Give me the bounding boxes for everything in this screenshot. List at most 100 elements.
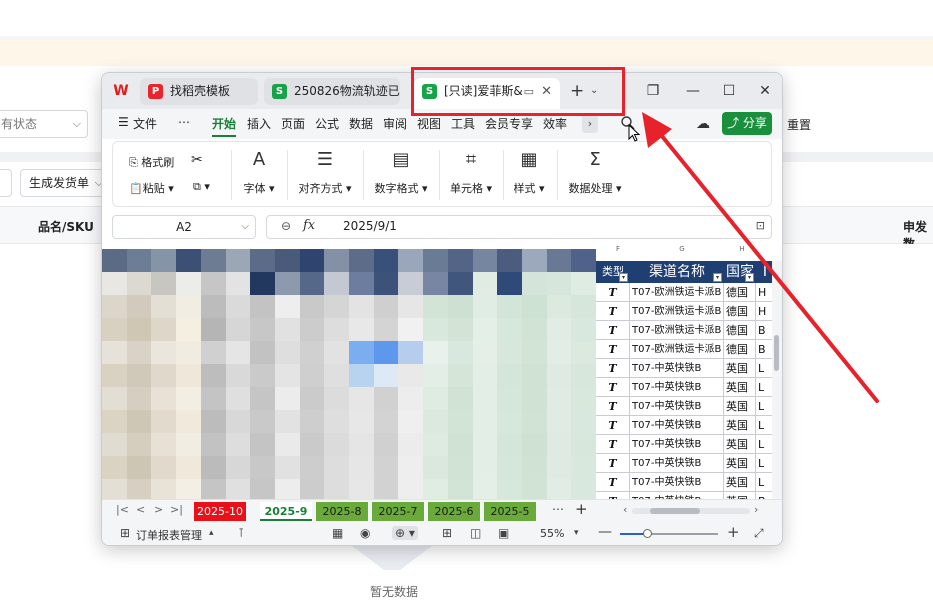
- grid-cell[interactable]: T07-欧洲铁运卡派B: [630, 321, 724, 340]
- grid-cell[interactable]: 英国: [724, 397, 756, 416]
- grid-cell[interactable]: 英国: [724, 378, 756, 397]
- menu-insert[interactable]: 插入: [247, 115, 271, 132]
- zoom-level[interactable]: 55%: [540, 527, 564, 540]
- paste-button[interactable]: 📋粘贴 ▾: [129, 180, 174, 196]
- number-format-button[interactable]: ▤ 数字格式 ▾: [371, 148, 431, 196]
- sheet-tab[interactable]: 2025-10: [194, 502, 246, 521]
- scroll-right-icon[interactable]: ›: [754, 503, 758, 516]
- chevron-down-icon[interactable]: ▾: [574, 528, 579, 538]
- macro-icon[interactable]: ⊞: [120, 526, 130, 540]
- grid-cell[interactable]: 德国: [724, 321, 756, 340]
- table-row[interactable]: T T07-中英快铁B 英国 L: [596, 473, 774, 492]
- data-process-button[interactable]: Σ 数据处理 ▾: [565, 148, 625, 196]
- menu-formula[interactable]: 公式: [315, 115, 339, 132]
- grid-cell[interactable]: T: [596, 321, 630, 340]
- table-row[interactable]: T T07-中英快铁B 英国 L: [596, 435, 774, 454]
- grid-cell[interactable]: 德国: [724, 302, 756, 321]
- tab-docer-templates[interactable]: P 找稻壳模板: [140, 78, 258, 105]
- chevron-up-icon[interactable]: ▴: [209, 528, 214, 538]
- restore-icon[interactable]: ❐: [639, 79, 667, 103]
- chevron-right-icon[interactable]: ›: [582, 115, 598, 133]
- normal-view-icon[interactable]: ▦: [332, 526, 343, 540]
- filter-icon[interactable]: ▾: [745, 273, 754, 282]
- scroll-thumb[interactable]: [650, 508, 700, 514]
- table-row[interactable]: T T07-中英快铁B 英国 L: [596, 454, 774, 473]
- grid-cell[interactable]: 英国: [724, 435, 756, 454]
- grid-cell[interactable]: T: [596, 454, 630, 473]
- grid-cell[interactable]: T: [596, 397, 630, 416]
- grid-cell[interactable]: T07-中英快铁B: [630, 473, 724, 492]
- sheet-tab[interactable]: 2025-7: [372, 502, 424, 521]
- share-button[interactable]: ⤴ 分享: [722, 112, 772, 135]
- grid-cell[interactable]: T: [596, 359, 630, 378]
- menu-data[interactable]: 数据: [349, 115, 373, 132]
- grid-cell[interactable]: 英国: [724, 416, 756, 435]
- zoom-in-icon[interactable]: +: [727, 523, 740, 541]
- add-sheet-icon[interactable]: +: [575, 500, 588, 518]
- tab-logistics-sheet[interactable]: S 250826物流轨迹已签收: [264, 78, 400, 105]
- grid-cell[interactable]: T07-欧洲铁运卡派B: [630, 340, 724, 359]
- menu-tools[interactable]: 工具: [451, 115, 475, 132]
- close-window-icon[interactable]: ✕: [751, 79, 779, 103]
- sheet-tab[interactable]: 2025-6: [428, 502, 480, 521]
- scroll-left-icon[interactable]: ‹: [623, 503, 627, 516]
- status-select[interactable]: 有状态 ⌵: [0, 110, 88, 138]
- style-button[interactable]: ▦ 样式 ▾: [509, 148, 549, 196]
- table-row[interactable]: T T07-欧洲铁运卡派B 德国 H: [596, 283, 774, 302]
- grid-cell[interactable]: T07-中英快铁B: [630, 454, 724, 473]
- table-row[interactable]: T T07-中英快铁B 英国 L: [596, 416, 774, 435]
- first-sheet-icon[interactable]: |<: [116, 503, 129, 516]
- grid-cell[interactable]: T: [596, 435, 630, 454]
- table-row[interactable]: T T07-欧洲铁运卡派B 德国 H: [596, 302, 774, 321]
- crosshair-icon[interactable]: ⊕ ▾: [392, 526, 418, 540]
- fullscreen-icon[interactable]: ⤢: [754, 526, 764, 541]
- grid-cell[interactable]: 英国: [724, 454, 756, 473]
- grid-cell[interactable]: T07-中英快铁B: [630, 435, 724, 454]
- menu-page[interactable]: 页面: [281, 115, 305, 132]
- menu-review[interactable]: 审阅: [383, 115, 407, 132]
- generate-waybill-select[interactable]: 生成发货单 ⌵: [20, 169, 110, 197]
- grid-view-icon[interactable]: ⊞: [442, 526, 452, 540]
- expand-formula-icon[interactable]: ⊡: [756, 219, 765, 232]
- wps-logo-icon[interactable]: W: [110, 80, 132, 102]
- page-layout-icon[interactable]: ◫: [470, 526, 481, 540]
- grid-cell[interactable]: T07-中英快铁B: [630, 397, 724, 416]
- cell-button[interactable]: ⌗ 单元格 ▾: [447, 148, 495, 196]
- more-sheets-icon[interactable]: ⋯: [552, 502, 564, 516]
- formula-input[interactable]: ⊖ fx 2025/9/1 ⊡: [266, 215, 772, 239]
- minimize-icon[interactable]: —: [679, 79, 707, 103]
- next-sheet-icon[interactable]: >: [154, 503, 163, 516]
- grid-cell[interactable]: T07-中英快铁B: [630, 359, 724, 378]
- zoom-search-icon[interactable]: ⊖: [281, 219, 291, 233]
- table-row[interactable]: T T07-欧洲铁运卡派B 德国 B: [596, 321, 774, 340]
- grid-cell[interactable]: T07-中英快铁B: [630, 378, 724, 397]
- grid-cell[interactable]: 英国: [724, 473, 756, 492]
- font-button[interactable]: A 字体 ▾: [239, 148, 279, 196]
- table-row[interactable]: T T07-中英快铁B 英国 L: [596, 359, 774, 378]
- filter-icon[interactable]: ▾: [713, 273, 722, 282]
- scroll-thumb[interactable]: [774, 335, 779, 371]
- eye-protection-icon[interactable]: ◉: [360, 526, 370, 540]
- cloud-upload-icon[interactable]: ☁: [696, 116, 710, 132]
- last-sheet-icon[interactable]: >|: [170, 503, 183, 516]
- hamburger-icon[interactable]: ☰: [118, 115, 129, 129]
- maximize-icon[interactable]: ☐: [715, 79, 743, 103]
- filter-icon[interactable]: ▾: [619, 273, 628, 282]
- sheet-tab[interactable]: 2025-8: [316, 502, 368, 521]
- grid-cell[interactable]: T: [596, 473, 630, 492]
- menu-view[interactable]: 视图: [417, 115, 441, 132]
- horizontal-scrollbar[interactable]: [632, 508, 750, 514]
- name-box[interactable]: A2 ⌵: [112, 215, 256, 239]
- sheet-area[interactable]: F G H 类型 ▾ 渠道名称 ▾ 国家 ▾ I T T07-欧洲铁运卡派B 德国 H…: [102, 245, 782, 511]
- table-row[interactable]: T T07-中英快铁B 英国 L: [596, 378, 774, 397]
- reset-button[interactable]: 重置: [787, 116, 811, 133]
- menu-member[interactable]: 会员专享: [485, 115, 533, 132]
- grid-cell[interactable]: 英国: [724, 359, 756, 378]
- menu-home[interactable]: 开始: [212, 115, 236, 132]
- grid-cell[interactable]: 德国: [724, 283, 756, 302]
- grid-cell[interactable]: T: [596, 302, 630, 321]
- grid-cell[interactable]: 德国: [724, 340, 756, 359]
- copy-button[interactable]: ⧉ ▾: [193, 180, 210, 194]
- menu-efficiency[interactable]: 效率: [543, 115, 567, 132]
- grid-cell[interactable]: T07-欧洲铁运卡派B: [630, 283, 724, 302]
